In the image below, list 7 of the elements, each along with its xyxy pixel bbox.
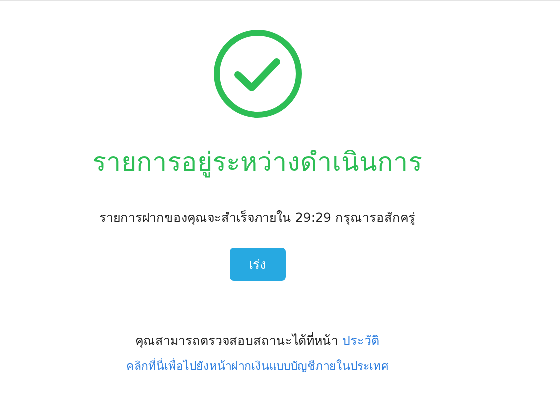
status-text: คุณสามารถตรวจสอบสถานะได้ที่หน้า bbox=[136, 331, 338, 350]
status-message: รายการฝากของคุณจะสำเร็จภายใน 29:29 กรุณารอสักครู่ bbox=[100, 209, 416, 228]
hurry-button[interactable]: เร่ง bbox=[230, 248, 286, 281]
status-title: รายการอยู่ระหว่างดำเนินการ bbox=[92, 147, 422, 180]
domestic-deposit-link[interactable]: คลิกที่นี่เพื่อไปยังหน้าฝากเงินแบบบัญชีภายในประเทศ bbox=[126, 357, 388, 375]
history-link[interactable]: ประวัติ bbox=[342, 331, 380, 351]
checkmark-circle-icon bbox=[212, 29, 302, 119]
